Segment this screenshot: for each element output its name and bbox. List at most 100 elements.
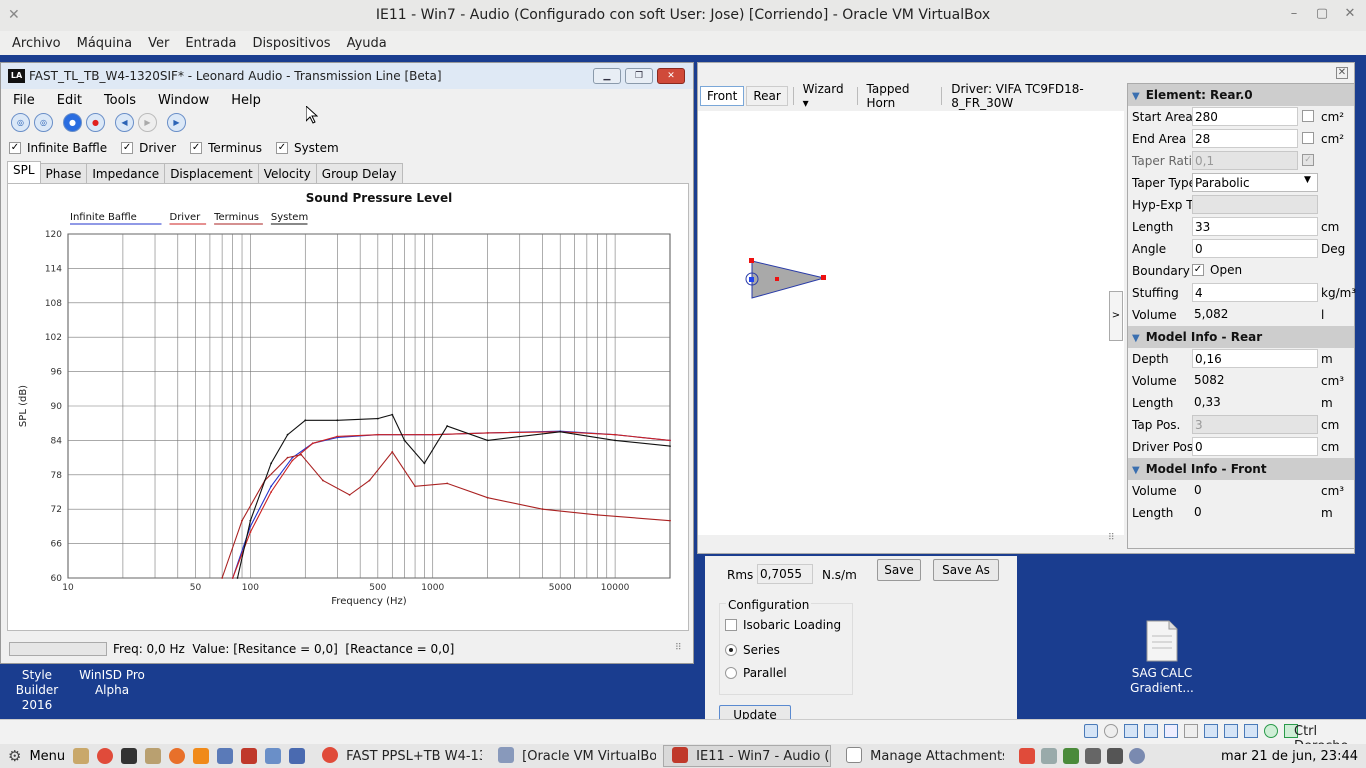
series-radio[interactable]: [725, 644, 737, 656]
terminal-icon[interactable]: [121, 748, 138, 764]
menu-ver[interactable]: Ver: [140, 36, 177, 51]
hdd-icon[interactable]: [1084, 724, 1098, 738]
spl-chart[interactable]: 120 114 108 102 96 90 84 78 72 66 6010 50 100 500 1000…: [8, 184, 688, 630]
menu-archivo[interactable]: Archivo: [4, 36, 69, 51]
isobaric-checkbox[interactable]: [725, 619, 737, 631]
chevron-down-icon[interactable]: ▼: [1304, 175, 1311, 185]
stop-icon[interactable]: [1019, 748, 1036, 764]
angle-input[interactable]: 0: [1192, 239, 1318, 258]
menu-edit[interactable]: Edit: [57, 93, 82, 108]
tab-velocity[interactable]: Velocity: [257, 163, 317, 184]
rms-input[interactable]: 0,7055: [757, 564, 813, 584]
open-icon[interactable]: ◎: [34, 113, 53, 132]
design-canvas[interactable]: [698, 111, 1124, 535]
task-chrome[interactable]: FAST PPSL+TB W4-13...: [313, 745, 483, 767]
facebook-icon[interactable]: [289, 748, 306, 764]
firefox-icon[interactable]: [169, 748, 186, 764]
save-button[interactable]: Save: [877, 559, 921, 581]
menu-ayuda[interactable]: Ayuda: [339, 36, 395, 51]
update-button[interactable]: Update: [719, 705, 791, 719]
horn-segment[interactable]: [751, 260, 825, 299]
tab-rear[interactable]: Rear: [746, 86, 788, 106]
cpu-icon[interactable]: [1244, 724, 1258, 738]
tab-spl[interactable]: SPL: [7, 161, 41, 183]
filezilla-icon[interactable]: [241, 748, 258, 764]
minimize-icon[interactable]: –: [1280, 0, 1308, 28]
horn-diagram[interactable]: [698, 111, 1124, 535]
network-icon[interactable]: [1144, 724, 1158, 738]
tab-impedance[interactable]: Impedance: [86, 163, 166, 184]
tab-phase[interactable]: Phase: [39, 163, 88, 184]
folder-icon[interactable]: [145, 748, 162, 764]
usb-icon[interactable]: [1164, 724, 1178, 738]
signal-icon[interactable]: [1107, 748, 1124, 764]
driver-selector[interactable]: Driver: VIFA TC9FD18-8_FR_30W: [945, 80, 1122, 112]
wizard-dropdown[interactable]: Wizard ▾: [797, 80, 852, 112]
resize-grip[interactable]: ⠿: [1108, 533, 1115, 543]
driver-handle[interactable]: [749, 277, 754, 282]
desktop-icon-sag-calc[interactable]: SAG CALC Gradient...: [1122, 620, 1202, 696]
menu-entrada[interactable]: Entrada: [177, 36, 244, 51]
virtualbox-icon[interactable]: [217, 748, 234, 764]
boundary-checkbox[interactable]: ✓: [1192, 264, 1204, 276]
model-info-front-header[interactable]: ▼ Model Info - Front: [1128, 458, 1354, 480]
task-manage-attachments[interactable]: Manage Attachments ...: [837, 745, 1005, 767]
handle-end[interactable]: [821, 275, 826, 280]
close-icon[interactable]: ✕: [1336, 0, 1364, 28]
capture-icon[interactable]: [1224, 724, 1238, 738]
end-area-checkbox[interactable]: [1302, 132, 1314, 144]
tab-displacement[interactable]: Displacement: [164, 163, 259, 184]
optical-icon[interactable]: [1104, 724, 1118, 738]
restore-button[interactable]: ❐: [625, 68, 653, 84]
stuffing-input[interactable]: 4: [1192, 283, 1318, 302]
vlc-icon[interactable]: [193, 748, 210, 764]
menu-tools[interactable]: Tools: [104, 93, 136, 108]
length-input[interactable]: 33: [1192, 217, 1318, 236]
tab-front[interactable]: Front: [700, 86, 745, 106]
audio-app-icon[interactable]: [265, 748, 282, 764]
task-virtualbox[interactable]: [Oracle VM VirtualBox...: [489, 745, 657, 767]
minimize-button[interactable]: ▁: [593, 68, 621, 84]
clipboard-icon[interactable]: [1041, 748, 1058, 764]
save-as-button[interactable]: Save As: [933, 559, 999, 581]
audio-icon[interactable]: [1124, 724, 1138, 738]
menu-dispositivos[interactable]: Dispositivos: [244, 36, 338, 51]
parallel-radio[interactable]: [725, 667, 737, 679]
check-driver[interactable]: ✓ Driver: [121, 141, 176, 155]
check-infinite-baffle[interactable]: ✓ Infinite Baffle: [9, 141, 107, 155]
tab-group-delay[interactable]: Group Delay: [315, 163, 403, 184]
gear-icon[interactable]: ⚙: [8, 747, 21, 765]
check-terminus[interactable]: ✓ Terminus: [190, 141, 262, 155]
new-icon[interactable]: ◎: [11, 113, 30, 132]
mail-icon[interactable]: [1063, 748, 1080, 764]
collapse-panel-button[interactable]: >: [1109, 291, 1123, 341]
taper-type-select[interactable]: Parabolic: [1192, 173, 1318, 192]
record-icon[interactable]: ●: [86, 113, 105, 132]
menu-window[interactable]: Window: [158, 93, 209, 108]
volume-icon[interactable]: [1085, 748, 1102, 764]
start-area-input[interactable]: 280: [1192, 107, 1298, 126]
desktop-icon-style-builder[interactable]: Style Builder 2016: [0, 668, 74, 713]
start-menu-button[interactable]: Menu: [29, 749, 65, 764]
menu-help[interactable]: Help: [231, 93, 261, 108]
shared-folder-icon[interactable]: [1184, 724, 1198, 738]
handle-top[interactable]: [749, 258, 754, 263]
driver-pos-input[interactable]: 0: [1192, 437, 1318, 456]
menu-file[interactable]: File: [13, 93, 35, 108]
vt-icon[interactable]: [1264, 724, 1278, 738]
maximize-icon[interactable]: ▢: [1308, 0, 1336, 28]
model-info-rear-header[interactable]: ▼ Model Info - Rear: [1128, 326, 1354, 348]
element-header[interactable]: ▼ Element: Rear.0: [1128, 84, 1354, 106]
handle-tap[interactable]: [775, 277, 779, 281]
close-button[interactable]: ✕: [657, 68, 685, 84]
desktop-icon-winisd[interactable]: WinISD Pro Alpha: [78, 668, 146, 698]
resize-grip[interactable]: ⠿: [675, 643, 682, 653]
tapped-horn-button[interactable]: Tapped Horn: [861, 80, 937, 112]
play-icon[interactable]: ●: [63, 113, 82, 132]
start-area-checkbox[interactable]: [1302, 110, 1314, 122]
network-tray-icon[interactable]: [1129, 748, 1146, 764]
display-icon[interactable]: [1204, 724, 1218, 738]
task-vm-window[interactable]: IE11 - Win7 - Audio (C...: [663, 745, 832, 767]
run-icon[interactable]: ▶: [167, 113, 186, 132]
check-system[interactable]: ✓ System: [275, 141, 339, 155]
